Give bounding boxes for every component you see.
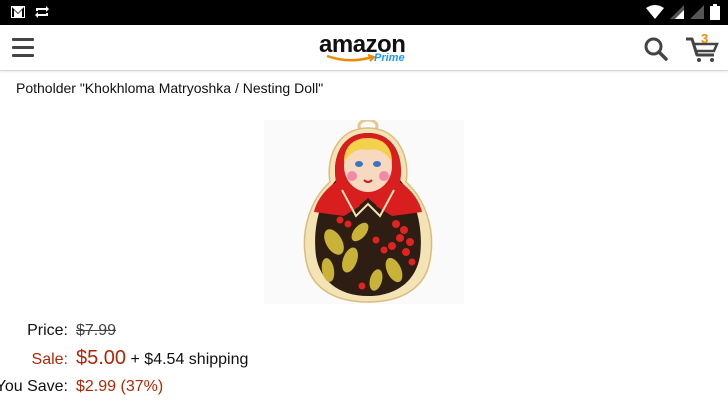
menu-button[interactable] bbox=[12, 38, 34, 58]
search-icon bbox=[644, 37, 668, 61]
save-label: You Save: bbox=[0, 378, 68, 395]
amazon-logo[interactable]: amazon Prime bbox=[318, 31, 410, 67]
cart-count-badge: 3 bbox=[701, 31, 709, 46]
cart-button[interactable]: 3 bbox=[684, 31, 720, 63]
app-bar: amazon Prime 3 bbox=[0, 25, 728, 71]
price-label: Price: bbox=[27, 322, 68, 339]
search-button[interactable] bbox=[643, 36, 669, 62]
menu-icon bbox=[12, 38, 34, 41]
sync-icon bbox=[35, 6, 49, 18]
sale-price: $5.00 bbox=[76, 347, 127, 369]
sale-label: Sale: bbox=[31, 351, 68, 368]
prime-label: Prime bbox=[374, 52, 405, 64]
matryoshka-doll-image bbox=[303, 118, 433, 303]
list-price: $7.99 bbox=[76, 322, 117, 339]
shipping-cost: + $4.54 shipping bbox=[130, 351, 249, 368]
savings-row: You Save: $2.99 (37%) bbox=[0, 378, 163, 396]
smile-arrow-icon bbox=[326, 54, 376, 62]
sale-price-row: Sale: $5.00 + $4.54 shipping bbox=[0, 347, 249, 370]
status-bar bbox=[0, 0, 728, 25]
savings-value: $2.99 (37%) bbox=[76, 378, 164, 395]
signal-icon bbox=[670, 5, 684, 19]
signal-icon bbox=[690, 5, 704, 19]
list-price-row: Price: $7.99 bbox=[0, 322, 116, 340]
product-image[interactable] bbox=[264, 118, 464, 304]
product-title: Potholder "Khokhloma Matryoshka / Nestin… bbox=[16, 80, 324, 96]
wifi-icon bbox=[646, 4, 664, 19]
battery-icon bbox=[710, 4, 720, 20]
gmail-icon bbox=[11, 6, 25, 18]
